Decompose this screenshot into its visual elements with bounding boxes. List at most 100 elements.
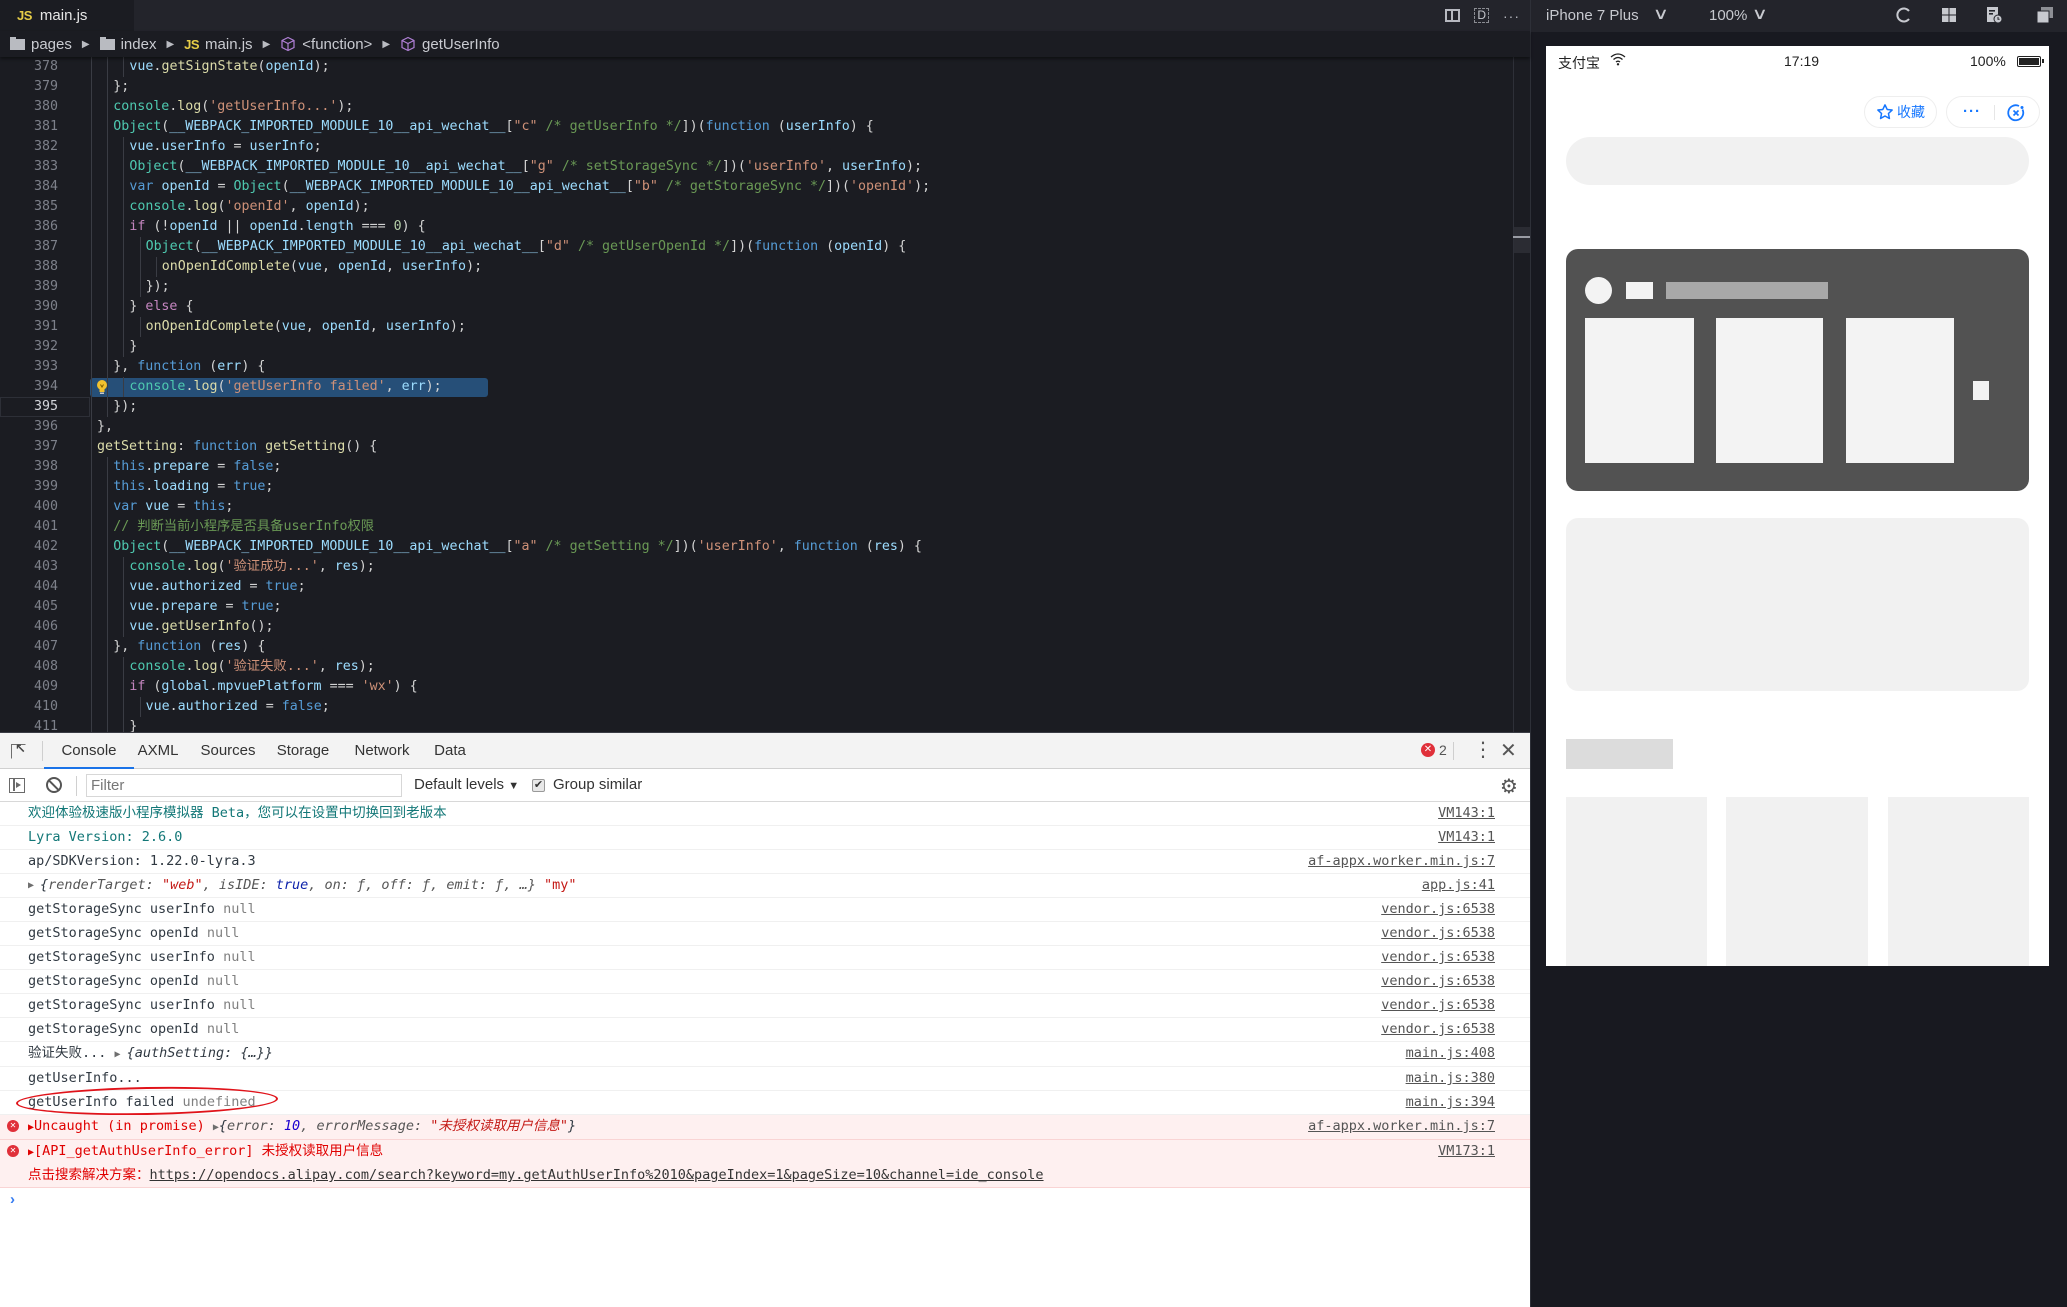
code-line[interactable]: 386 if (!openId || openId.length === 0) { [0,217,1510,237]
tab-network[interactable]: Network [336,733,428,769]
source-link[interactable]: af-appx.worker.min.js:7 [1308,1115,1495,1138]
expand-triangle-icon[interactable]: ▶ [115,1049,127,1060]
object-preview[interactable]: {error: 10, errorMessage: "未授权读取用户信息"} [219,1118,576,1134]
gear-icon[interactable]: ⚙ [1500,774,1518,799]
source-link[interactable]: VM173:1 [1438,1140,1495,1163]
source-link[interactable]: VM143:1 [1438,826,1495,849]
code-line[interactable]: 396}, [0,417,1510,437]
chevron-down-icon[interactable]: ∨ [1653,4,1669,24]
code-line[interactable]: 402 Object (__WEBPACK_IMPORTED_MODULE_10__… [0,537,1510,557]
code-line[interactable]: 383 Object(__WEBPACK_IMPORTED_MODULE_10__… [0,157,1510,177]
code-line[interactable]: 382 vue.userInfo = userInfo; [0,137,1510,157]
page-history-icon[interactable] [1985,6,2003,24]
code-line[interactable]: 378 vue.getSignState(openId); [0,57,1510,77]
indent-guide [91,617,92,637]
clear-console-icon[interactable] [46,777,62,793]
tab-data[interactable]: Data [418,733,482,769]
source-link[interactable]: main.js:408 [1406,1042,1495,1065]
group-similar-checkbox[interactable]: ✔ [532,779,545,792]
close-icon[interactable]: ✕ [1500,738,1517,763]
source-link[interactable]: VM143:1 [1438,802,1495,825]
code-lines[interactable]: 378 vue.getSignState(openId); 379}; 380 cons… [0,57,1510,732]
code-line[interactable]: 405 vue.prepare = true; [0,597,1510,617]
code-line[interactable]: 400 var vue = this; [0,497,1510,517]
code-line[interactable]: 395}); [0,397,1510,417]
code-line[interactable]: 390} else { [0,297,1510,317]
code-line[interactable]: 381 Object (__WEBPACK_IMPORTED_MODULE_10__… [0,117,1510,137]
code-line[interactable]: 379}; [0,77,1510,97]
error-count-badge[interactable]: ✕ 2 [1421,742,1447,758]
tab-storage[interactable]: Storage [260,733,346,769]
editor-tab-main-js[interactable]: JS main.js [0,0,134,31]
code-line[interactable]: 384 var openId = Object(__WEBPACK_IMPORTE… [0,177,1510,197]
breadcrumb-item[interactable]: getUserInfo [400,36,500,53]
code-line[interactable]: 393}, function (err) { [0,357,1510,377]
breadcrumb-item[interactable]: index [99,36,156,53]
code-line[interactable]: 391 onOpenIdComplete(vue, openId, userInf… [0,317,1510,337]
code-line[interactable]: 406 vue.getUserInfo(); [0,617,1510,637]
source-link[interactable]: main.js:380 [1406,1067,1495,1090]
close-miniapp-icon[interactable] [2006,103,2026,123]
source-link[interactable]: vendor.js:6538 [1381,898,1495,921]
object-preview[interactable]: {authSetting: {…}} [127,1045,273,1061]
console-prompt[interactable]: › [0,1188,1530,1212]
code-line[interactable]: 407}, function (res) { [0,637,1510,657]
code-line[interactable]: 392} [0,337,1510,357]
source-link[interactable]: main.js:394 [1406,1091,1495,1114]
source-link[interactable]: vendor.js:6538 [1381,970,1495,993]
more-actions-icon[interactable]: ··· [1503,8,1520,24]
zoom-select[interactable]: 100% [1709,7,1747,24]
source-link[interactable]: vendor.js:6538 [1381,1018,1495,1041]
breadcrumb-item[interactable]: JS main.js [184,36,252,53]
editor-scrollbar-thumb[interactable] [1514,227,1530,253]
chevron-right-icon: ▶ [262,38,271,50]
source-link[interactable]: af-appx.worker.min.js:7 [1308,850,1495,873]
code-line[interactable]: 387 Object(__WEBPACK_IMPORTED_MODULE_10__… [0,237,1510,257]
editor-scrollbar[interactable] [1513,57,1530,732]
chevron-down-icon[interactable]: ∨ [1752,4,1768,24]
phone-screen[interactable]: 支付宝 17:19 100% 收藏 ··· [1546,46,2049,966]
code-line[interactable]: 403 console.log('验证成功...', res); [0,557,1510,577]
windows-icon[interactable] [2036,6,2054,24]
log-levels-dropdown[interactable]: Default levels ▼ [414,776,519,793]
source-link[interactable]: vendor.js:6538 [1381,946,1495,969]
filter-input[interactable] [86,774,402,797]
code-line[interactable]: 411} [0,717,1510,732]
more-options-icon[interactable]: ··· [1963,103,1981,120]
code-line[interactable]: 388 onOpenIdComplete(vue, openId, userInf… [0,257,1510,277]
object-preview[interactable]: {renderTarget: "web", isIDE: true, on: ƒ… [40,877,576,893]
code-line[interactable]: 401 // 判断当前小程序是否具备userInfo权限 [0,517,1510,537]
inspect-element-icon[interactable] [11,741,26,759]
code-line[interactable]: 408 console.log('验证失败...', res); [0,657,1510,677]
refresh-icon[interactable] [1895,6,1913,24]
code-line[interactable]: 394 console.log('getUserInfo failed', err… [0,377,1510,397]
code-line[interactable]: 389}); [0,277,1510,297]
indent-guide [123,237,125,257]
split-editor-icon[interactable] [1445,9,1461,22]
kebab-menu-icon[interactable]: ⋮ [1473,739,1493,763]
code-line[interactable]: 410 vue.authorized = false; [0,697,1510,717]
code-line[interactable]: 398 this.prepare = false; [0,457,1510,477]
breadcrumb-label: pages [31,35,72,53]
grid-icon[interactable] [1940,6,1958,24]
code-line[interactable]: 380 console.log('getUserInfo...'); [0,97,1510,117]
source-link[interactable]: vendor.js:6538 [1381,994,1495,1017]
code-line[interactable]: 404 vue.authorized = true; [0,577,1510,597]
favorite-button[interactable]: 收藏 [1864,96,1937,128]
tab-sources[interactable]: Sources [185,733,271,769]
code-line[interactable]: 397 getSetting: function getSetting() { [0,437,1510,457]
expand-triangle-icon[interactable]: ▶ [28,874,34,897]
show-sidebar-icon[interactable] [9,778,25,793]
code-line[interactable]: 385 console.log('openId', openId); [0,197,1510,217]
code-token: prepare [161,599,218,614]
code-line[interactable]: 409 if (global.mpvuePlatform === 'wx') { [0,677,1510,697]
breadcrumb-item[interactable]: <function> [280,36,372,53]
breadcrumb-item[interactable]: pages [10,36,72,53]
solution-link[interactable]: https://opendocs.alipay.com/search?keywo… [150,1167,1044,1183]
source-link[interactable]: vendor.js:6538 [1381,922,1495,945]
code-line[interactable]: 399 this.loading = true; [0,477,1510,497]
device-select[interactable]: iPhone 7 Plus [1546,7,1639,24]
debug-icon[interactable]: D [1474,8,1489,23]
source-link[interactable]: app.js:41 [1422,874,1495,897]
indent-guide [91,497,92,517]
